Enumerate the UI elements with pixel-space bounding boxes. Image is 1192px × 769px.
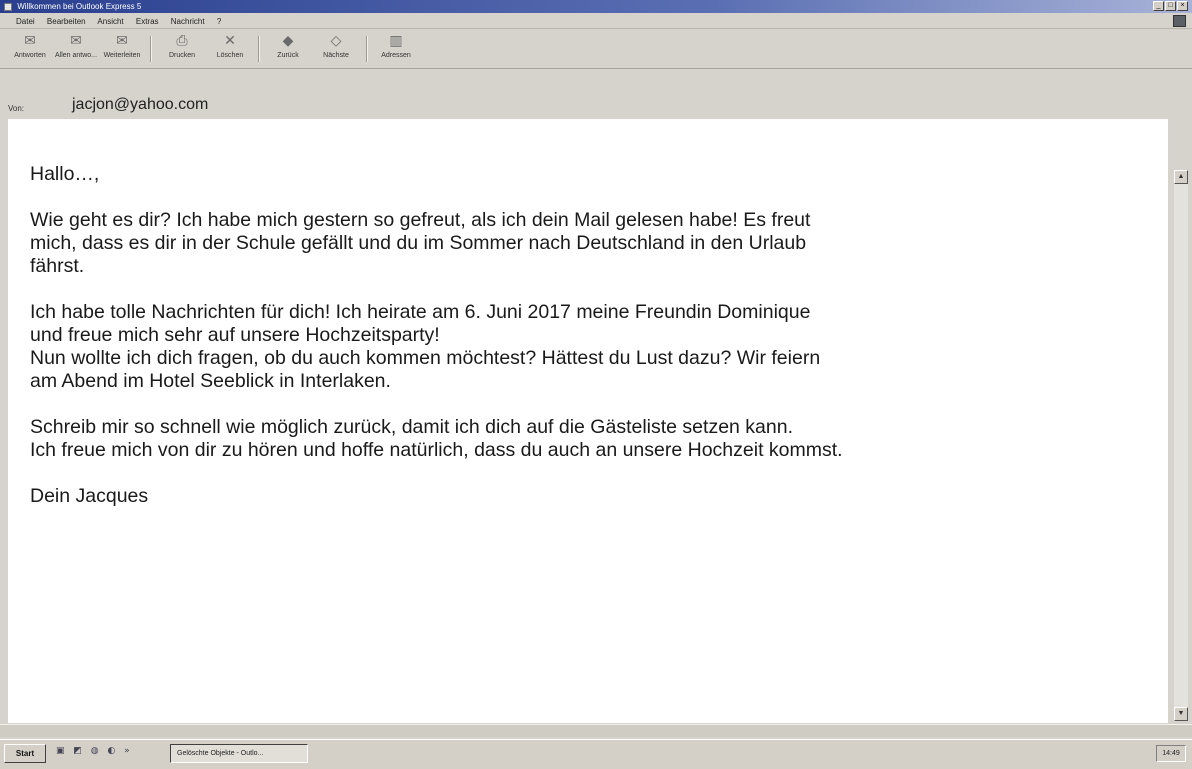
maximize-button[interactable]: □ — [1165, 1, 1176, 11]
next-icon: ◇ — [330, 33, 342, 49]
window-controls: _ □ × — [1153, 1, 1188, 11]
minimize-button[interactable]: _ — [1153, 1, 1164, 11]
print-button[interactable]: ⎙ Drucken — [158, 32, 206, 62]
menu-message[interactable]: Nachricht — [171, 17, 205, 26]
reply-icon: ✉ — [24, 33, 36, 49]
print-label: Drucken — [168, 52, 196, 59]
address-book-button[interactable]: ▥ Adressen — [372, 32, 420, 62]
toolbar-separator — [366, 36, 368, 62]
from-address: jacjon@yahoo.com — [72, 96, 209, 113]
message-body[interactable]: Hallo…, Wie geht es dir? Ich habe mich g… — [8, 119, 1168, 723]
outlook-app-icon — [4, 2, 12, 11]
reply-all-label: Allen antwo... — [54, 52, 98, 59]
toolbar-separator — [258, 36, 260, 62]
forward-button[interactable]: ✉ Weiterleiten — [98, 32, 146, 62]
close-button[interactable]: × — [1177, 1, 1188, 11]
outlook-express-window: Willkommen bei Outlook Express 5 _ □ × D… — [0, 0, 1192, 769]
delete-icon: ✕ — [224, 33, 236, 49]
paragraph-request: Schreib mir so schnell wie möglich zurüc… — [30, 416, 843, 461]
next-button[interactable]: ◇ Nächste — [312, 32, 360, 62]
delete-label: Löschen — [216, 52, 244, 59]
window-title: Willkommen bei Outlook Express 5 — [17, 2, 142, 11]
address-book-icon: ▥ — [389, 33, 403, 49]
delete-button[interactable]: ✕ Löschen — [206, 32, 254, 62]
toolbar: ✉ Antworten ✉ Allen antwo... ✉ Weiterlei… — [0, 30, 1192, 69]
quick-launch-icons[interactable]: ▣ ◩ ◍ ◐ » — [56, 746, 133, 756]
scroll-down-arrow-icon[interactable]: ▼ — [1174, 707, 1188, 721]
next-label: Nächste — [323, 52, 349, 59]
tray-clock: 14:49 — [1156, 745, 1186, 762]
back-icon: ◆ — [282, 33, 294, 49]
taskbar-outlook-button[interactable]: Gelöschte Objekte - Outlo... — [170, 744, 308, 763]
menu-help[interactable]: ? — [217, 17, 221, 26]
back-button[interactable]: ◆ Zurück — [264, 32, 312, 62]
status-bar — [0, 724, 1192, 737]
reply-label: Antworten — [14, 52, 46, 59]
greeting: Hallo…, — [30, 163, 100, 185]
start-button[interactable]: Start — [4, 744, 46, 763]
title-bar: Willkommen bei Outlook Express 5 _ □ × — [0, 0, 1192, 13]
menu-view[interactable]: Ansicht — [97, 17, 123, 26]
print-icon: ⎙ — [176, 33, 188, 49]
forward-label: Weiterleiten — [103, 52, 141, 59]
toolbar-separator — [150, 36, 152, 62]
scroll-up-arrow-icon[interactable]: ▲ — [1174, 170, 1188, 184]
reply-button[interactable]: ✉ Antworten — [6, 32, 54, 62]
menu-tools[interactable]: Extras — [136, 17, 159, 26]
menu-file[interactable]: Datei — [16, 17, 35, 26]
menu-edit[interactable]: Bearbeiten — [47, 17, 86, 26]
taskbar: Start ▣ ◩ ◍ ◐ » Gelöschte Objekte - Outl… — [0, 739, 1192, 769]
paragraph-news: Ich habe tolle Nachrichten für dich! Ich… — [30, 301, 821, 392]
forward-icon: ✉ — [116, 33, 128, 49]
paragraph-intro: Wie geht es dir? Ich habe mich gestern s… — [30, 209, 811, 277]
vertical-scrollbar[interactable]: ▲ ▼ — [1174, 170, 1188, 721]
from-label: Von: — [8, 104, 25, 113]
throbber-icon — [1173, 15, 1186, 27]
back-label: Zurück — [277, 52, 299, 59]
address-book-label: Adressen — [381, 52, 411, 59]
reply-all-button[interactable]: ✉ Allen antwo... — [52, 32, 100, 62]
reply-all-icon: ✉ — [70, 33, 82, 49]
signature: Dein Jacques — [30, 485, 149, 507]
message-text: Hallo…, Wie geht es dir? Ich habe mich g… — [30, 163, 1160, 531]
menu-bar: Datei Bearbeiten Ansicht Extras Nachrich… — [0, 14, 1192, 29]
